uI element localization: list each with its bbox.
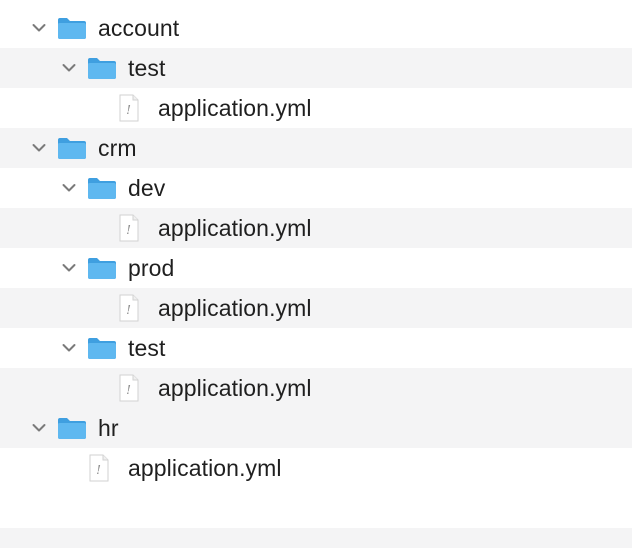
file-label: application.yml	[158, 95, 312, 121]
chevron-down-icon[interactable]	[58, 177, 80, 199]
chevron-down-icon[interactable]	[58, 257, 80, 279]
tree-row-file[interactable]: ! application.yml	[0, 448, 632, 488]
chevron-down-icon[interactable]	[28, 17, 50, 39]
svg-text:!: !	[126, 303, 131, 317]
folder-label-hr: hr	[98, 415, 119, 441]
file-label: application.yml	[158, 215, 312, 241]
folder-label-prod: prod	[128, 255, 175, 281]
tree-row-file[interactable]: ! application.yml	[0, 368, 632, 408]
chevron-down-icon[interactable]	[28, 137, 50, 159]
folder-icon	[86, 255, 118, 281]
tree-row-file[interactable]: ! application.yml	[0, 208, 632, 248]
yaml-file-icon: !	[118, 214, 140, 242]
folder-icon	[86, 55, 118, 81]
yaml-file-icon: !	[118, 374, 140, 402]
chevron-down-icon[interactable]	[58, 57, 80, 79]
folder-icon	[56, 135, 88, 161]
yaml-file-icon: !	[118, 294, 140, 322]
tree-row-account-test[interactable]: test	[0, 48, 632, 88]
tree-row-crm-prod[interactable]: prod	[0, 248, 632, 288]
chevron-down-icon[interactable]	[58, 337, 80, 359]
tree-row-file[interactable]: ! application.yml	[0, 88, 632, 128]
folder-icon	[86, 335, 118, 361]
tree-row-account[interactable]: account	[0, 8, 632, 48]
folder-label-dev: dev	[128, 175, 166, 201]
tree-row-hr[interactable]: hr	[0, 408, 632, 448]
file-tree: account test ! application.yml crm dev !…	[0, 0, 632, 548]
folder-label-test: test	[128, 335, 166, 361]
folder-label-account: account	[98, 15, 180, 41]
svg-text:!: !	[96, 463, 101, 477]
tree-row-crm-test[interactable]: test	[0, 328, 632, 368]
tree-row-file[interactable]: ! application.yml	[0, 288, 632, 328]
empty-row	[0, 528, 632, 548]
file-label: application.yml	[158, 375, 312, 401]
folder-label-crm: crm	[98, 135, 137, 161]
svg-text:!: !	[126, 103, 131, 117]
folder-icon	[56, 15, 88, 41]
yaml-file-icon: !	[88, 454, 110, 482]
chevron-down-icon[interactable]	[28, 417, 50, 439]
folder-icon	[56, 415, 88, 441]
folder-label-test: test	[128, 55, 166, 81]
folder-icon	[86, 175, 118, 201]
svg-text:!: !	[126, 223, 131, 237]
svg-text:!: !	[126, 383, 131, 397]
file-label: application.yml	[158, 295, 312, 321]
file-label: application.yml	[128, 455, 282, 481]
tree-row-crm-dev[interactable]: dev	[0, 168, 632, 208]
tree-row-crm[interactable]: crm	[0, 128, 632, 168]
yaml-file-icon: !	[118, 94, 140, 122]
